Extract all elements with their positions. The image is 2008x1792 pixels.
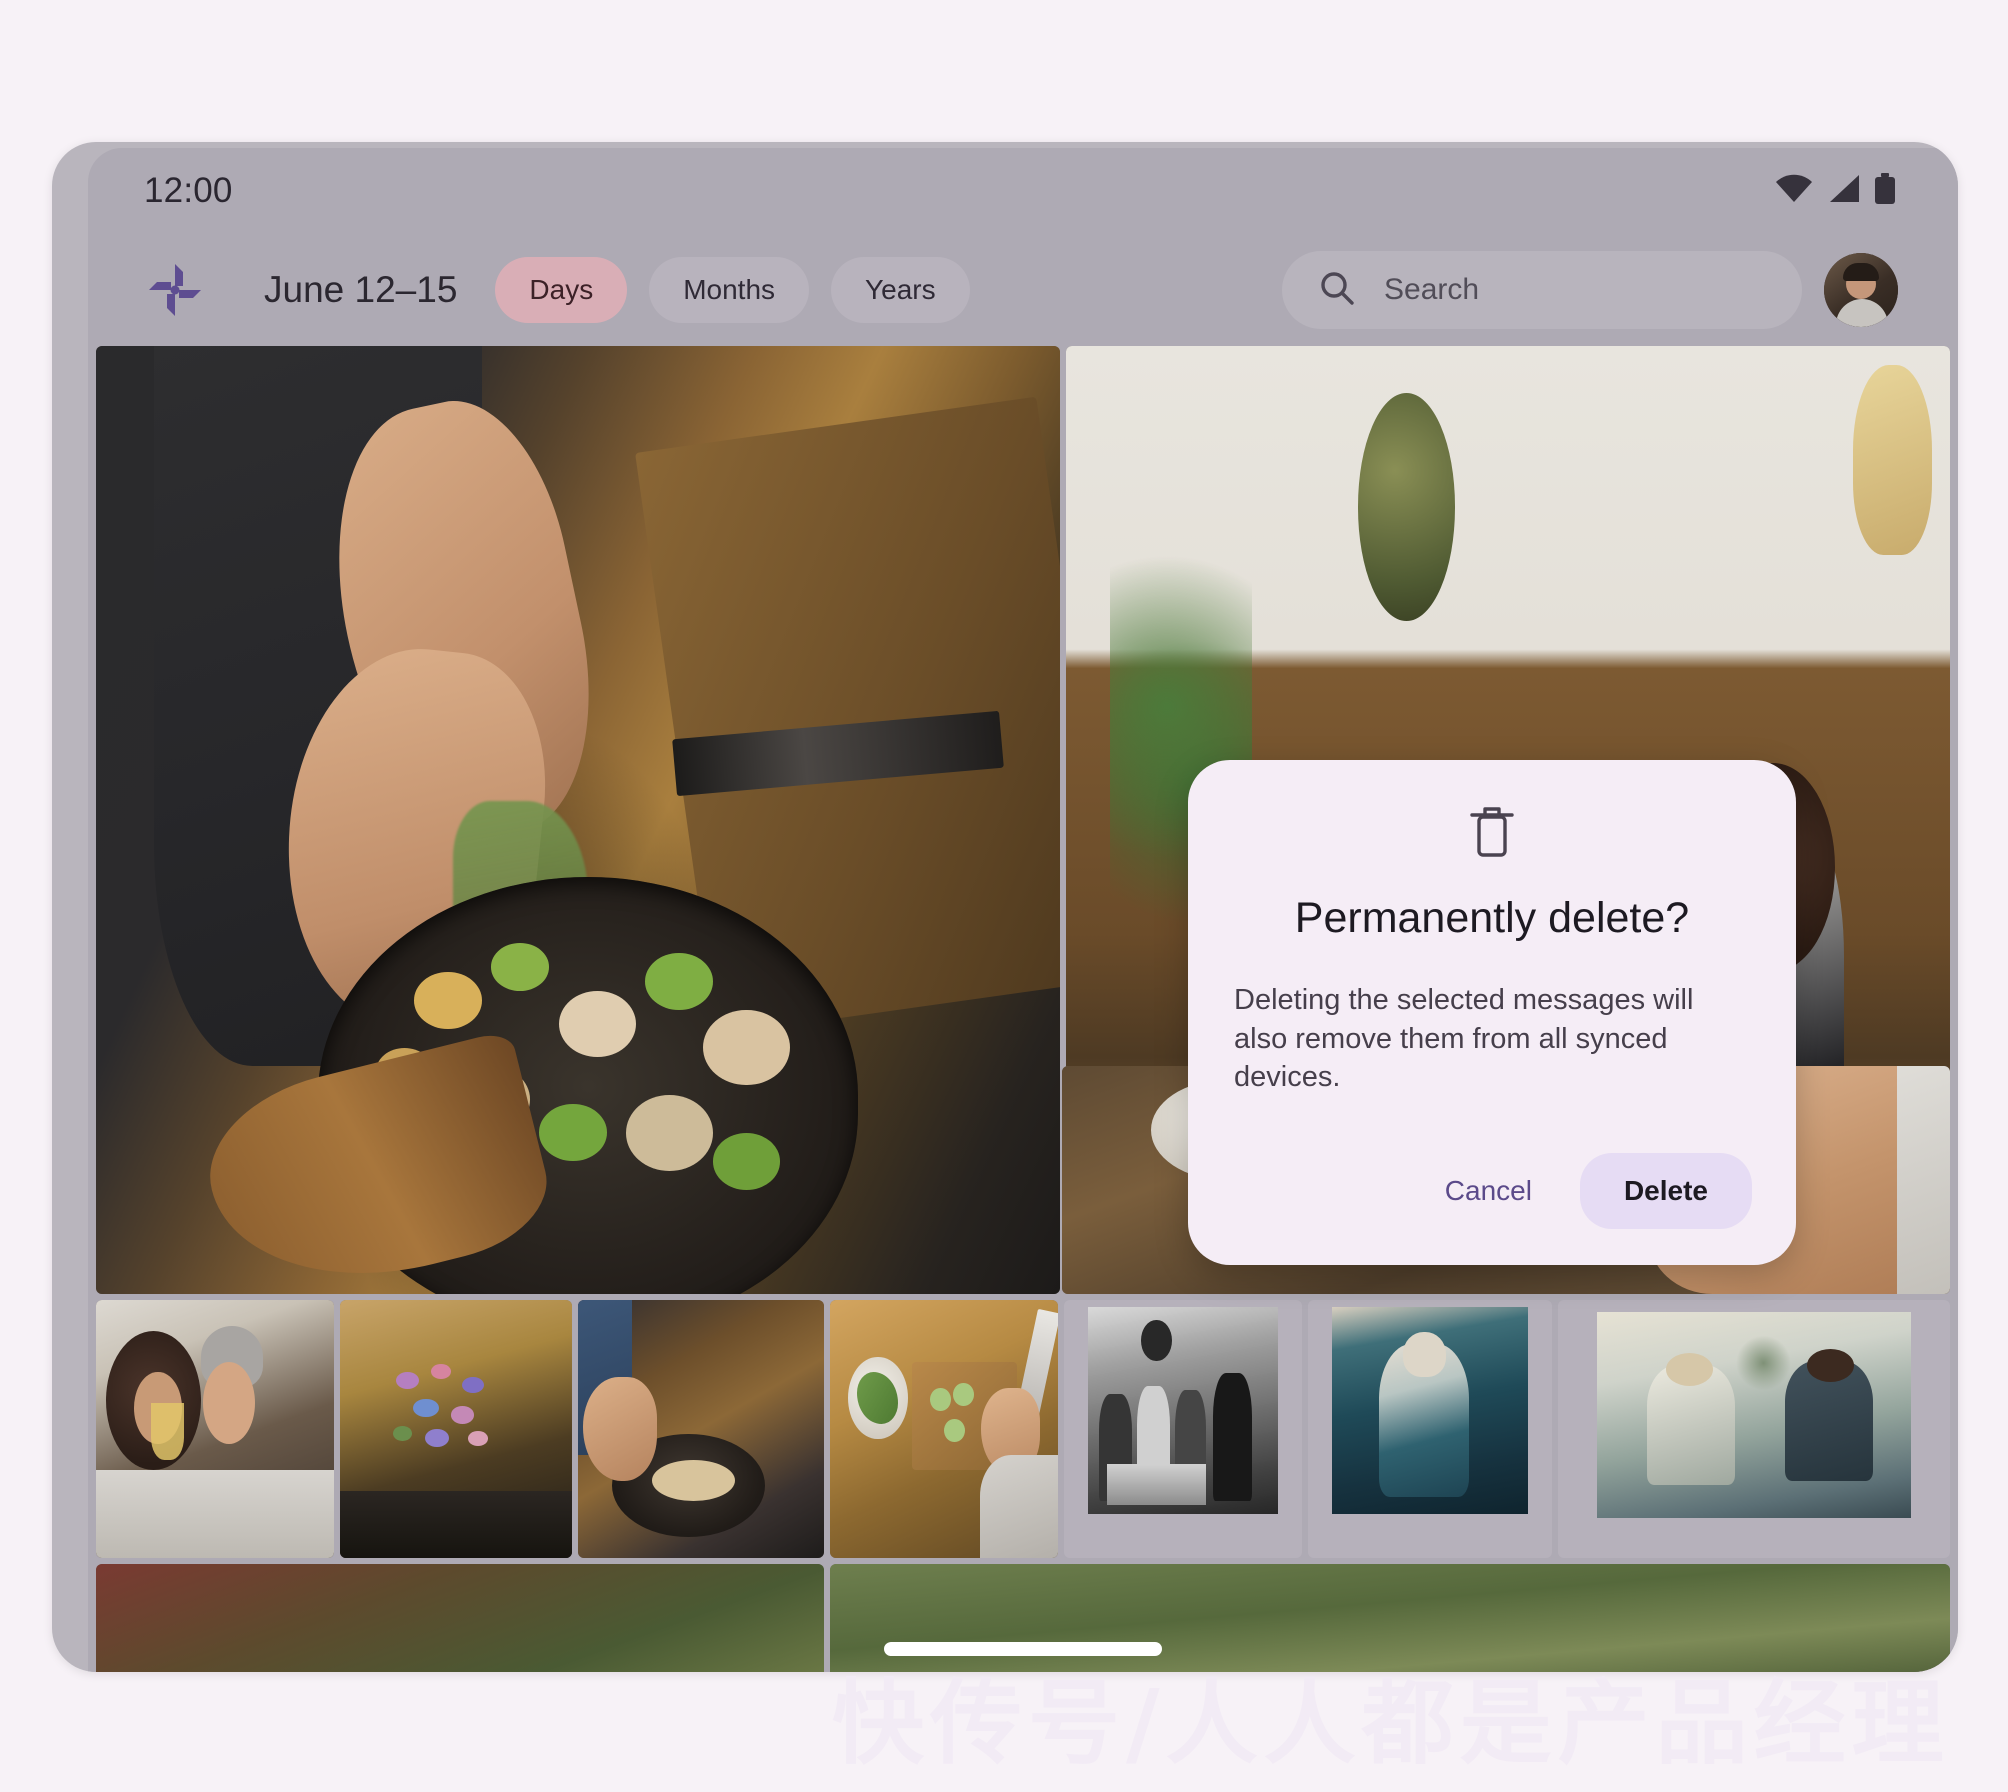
- photo-polaroid-sepia-pair[interactable]: [1558, 1300, 1950, 1558]
- cellular-signal-icon: [1827, 174, 1861, 209]
- filter-chip-months[interactable]: Months: [649, 257, 810, 323]
- photo-rug-outdoors[interactable]: [96, 1564, 824, 1672]
- search-placeholder-text: Search: [1384, 273, 1480, 306]
- search-input[interactable]: Search: [1282, 251, 1802, 329]
- trash-icon: [1232, 804, 1752, 860]
- cancel-button[interactable]: Cancel: [1411, 1153, 1566, 1229]
- photo-polaroid-teal-person[interactable]: [1308, 1300, 1552, 1558]
- avatar[interactable]: [1824, 253, 1898, 327]
- status-bar-icons: [1774, 172, 1896, 210]
- photo-polaroid-bw-group[interactable]: [1064, 1300, 1302, 1558]
- top-app-bar: June 12–15 Days Months Years Search: [88, 234, 1958, 346]
- dialog-body-text: Deleting the selected messages will also…: [1234, 984, 1694, 1094]
- dialog-title: Permanently delete?: [1294, 894, 1690, 942]
- delete-button[interactable]: Delete: [1579, 1152, 1752, 1229]
- photos-pinwheel-logo-icon[interactable]: [144, 259, 206, 321]
- photo-flower-bouquet[interactable]: [340, 1300, 572, 1558]
- filter-chip-years[interactable]: Years: [831, 257, 970, 323]
- photo-couple-drinking[interactable]: [96, 1300, 334, 1558]
- wifi-icon: [1774, 174, 1814, 209]
- photo-grid-row: [96, 1300, 1950, 1558]
- home-indicator[interactable]: [884, 1642, 1162, 1656]
- status-bar-time: 12:00: [144, 171, 233, 210]
- battery-icon: [1874, 172, 1896, 210]
- dialog-actions: Cancel Delete: [1232, 1152, 1752, 1229]
- tablet-device-frame: 12:00 June 12–15 Days Months Years Searc…: [52, 142, 1958, 1672]
- search-icon: [1318, 269, 1356, 312]
- watermark-text: 快传号/人人都是产品经理: [832, 1670, 1950, 1777]
- screenshot-stage: 12:00 June 12–15 Days Months Years Searc…: [0, 0, 2008, 1792]
- filter-chip-days[interactable]: Days: [495, 257, 628, 323]
- photo-cutting-vegetables[interactable]: [830, 1300, 1058, 1558]
- permanently-delete-dialog: Permanently delete? Deleting the selecte…: [1188, 760, 1796, 1265]
- status-bar: 12:00: [88, 148, 1958, 234]
- photo-skillet-cooking[interactable]: [578, 1300, 824, 1558]
- tablet-screen: 12:00 June 12–15 Days Months Years Searc…: [88, 148, 1958, 1672]
- photo-cooking-herbs[interactable]: [96, 346, 1060, 1294]
- date-range-label: June 12–15: [264, 269, 458, 310]
